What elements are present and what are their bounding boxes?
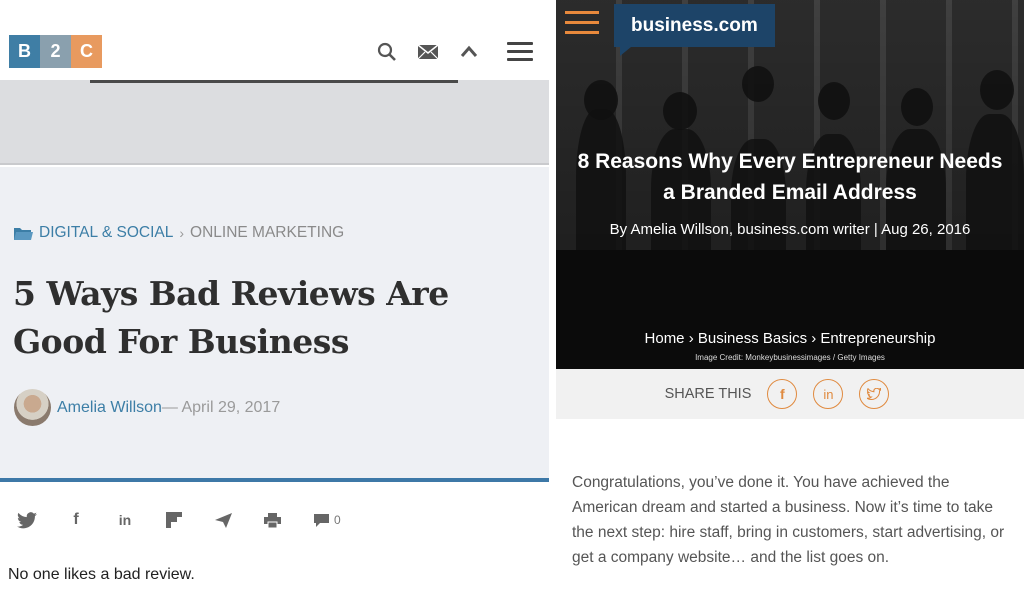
b2c-logo[interactable]: B 2 C <box>9 35 102 68</box>
silhouette-head <box>818 82 850 120</box>
hero-photo: business.com 8 Reasons Why Every Entrepr… <box>556 0 1024 369</box>
send-icon[interactable] <box>213 510 233 530</box>
menu-icon[interactable] <box>507 42 533 61</box>
twitter-icon[interactable] <box>17 510 37 530</box>
chevron-up-icon[interactable] <box>458 42 480 62</box>
silhouette-head <box>584 80 618 120</box>
byline: Amelia Willson — April 29, 2017 <box>14 389 280 426</box>
author-avatar[interactable] <box>14 389 51 426</box>
mail-icon[interactable] <box>417 42 439 62</box>
publish-date: — April 29, 2017 <box>161 398 281 416</box>
breadcrumb-category-label: DIGITAL & SOCIAL <box>39 224 174 241</box>
business-com-article-panel: business.com 8 Reasons Why Every Entrepr… <box>556 0 1024 599</box>
silhouette-head <box>663 92 697 130</box>
breadcrumb-subcategory[interactable]: ONLINE MARKETING <box>190 224 344 242</box>
breadcrumb-separator: › <box>179 225 185 241</box>
photo-shadow <box>556 250 1024 369</box>
brand-logo-tail <box>620 47 631 56</box>
breadcrumb-category[interactable]: DIGITAL & SOCIAL <box>14 224 173 242</box>
byline: By Amelia Willson, business.com writer |… <box>609 221 971 238</box>
b2c-article-panel: B 2 C DIGITAL & SOCIAL › ONLINE MARKETIN… <box>0 0 556 599</box>
twitter-icon[interactable] <box>859 379 890 409</box>
brand-logo[interactable]: business.com <box>614 4 775 47</box>
silhouette-head <box>901 88 933 126</box>
logo-letter-b: B <box>9 35 40 68</box>
article-title: 8 Reasons Why Every Entrepreneur Needs a… <box>577 150 1003 204</box>
print-icon[interactable] <box>262 510 282 530</box>
logo-letter-c: C <box>71 35 102 68</box>
flipboard-icon[interactable] <box>164 510 184 530</box>
logo-letter-2: 2 <box>40 35 71 68</box>
breadcrumb: DIGITAL & SOCIAL › ONLINE MARKETING <box>14 224 344 242</box>
article-teaser: No one likes a bad review. <box>8 566 195 583</box>
breadcrumb[interactable]: Home › Business Basics › Entrepreneurshi… <box>570 330 1010 347</box>
image-credit: Image Credit: Monkeybusinessimages / Get… <box>695 353 885 362</box>
silhouette-head <box>742 66 774 102</box>
search-icon[interactable] <box>376 42 398 62</box>
hero-image-strip <box>0 80 549 165</box>
article-header: DIGITAL & SOCIAL › ONLINE MARKETING 5 Wa… <box>0 167 549 480</box>
share-bar: SHARE THIS f in <box>556 369 1024 419</box>
menu-icon[interactable] <box>565 11 599 35</box>
hero-image-edge <box>90 80 458 83</box>
article-title: 5 Ways Bad Reviews Are Good For Business <box>13 274 449 361</box>
article-body: Congratulations, you’ve done it. You hav… <box>572 474 1005 566</box>
b2c-header: B 2 C <box>0 0 556 80</box>
comment-icon[interactable] <box>311 510 331 530</box>
comment-count: 0 <box>334 513 341 527</box>
linkedin-icon[interactable]: in <box>115 510 135 530</box>
share-toolbar: f in 0 <box>17 510 341 530</box>
facebook-icon[interactable]: f <box>66 510 86 530</box>
share-label: SHARE THIS <box>664 386 752 402</box>
facebook-icon[interactable]: f <box>767 379 798 409</box>
linkedin-icon[interactable]: in <box>813 379 844 409</box>
section-divider <box>0 478 549 482</box>
folder-icon <box>14 227 33 240</box>
silhouette-head <box>980 70 1014 110</box>
author-link[interactable]: Amelia Willson <box>57 399 162 417</box>
